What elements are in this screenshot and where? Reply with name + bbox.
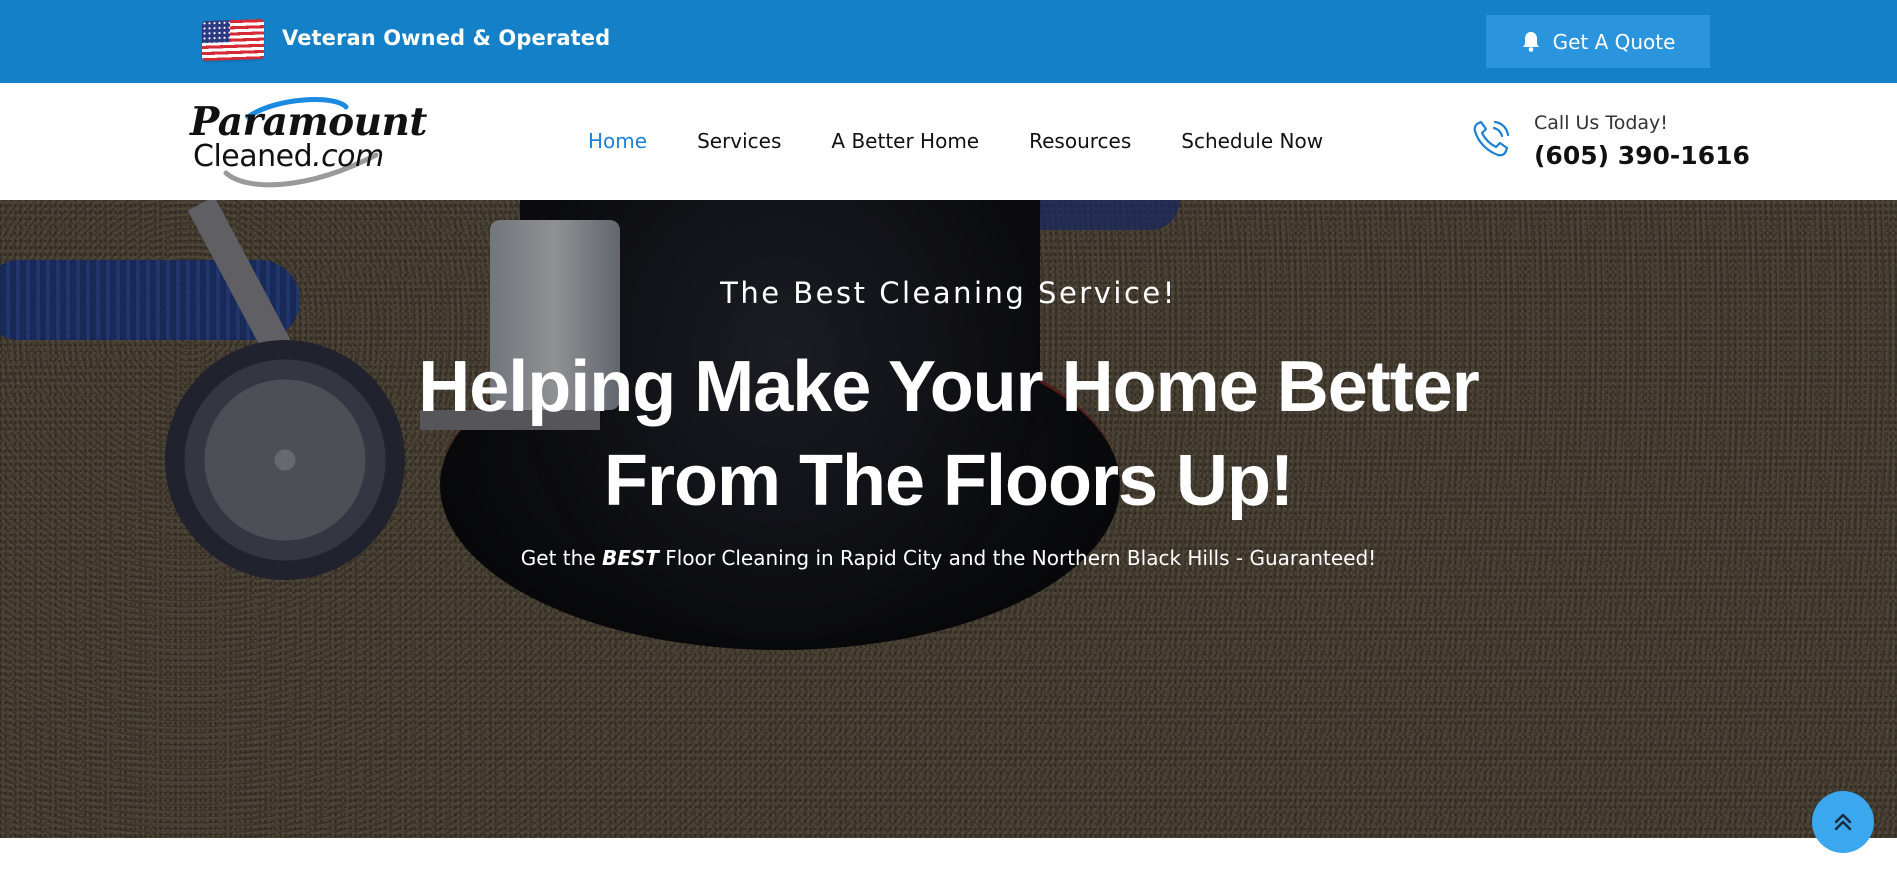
hero-headline-line2: From The Floors Up! xyxy=(604,441,1294,521)
hero-subline-post: Floor Cleaning in Rapid City and the Nor… xyxy=(658,546,1377,570)
us-flag-icon xyxy=(202,18,264,62)
phone-number-link[interactable]: (605) 390-1616 xyxy=(1534,141,1750,170)
hero-tagline: The Best Cleaning Service! xyxy=(720,276,1177,310)
hero-subline-pre: Get the xyxy=(520,546,602,570)
logo-line2: Cleaned.com xyxy=(193,139,384,174)
hero-section: The Best Cleaning Service! Helping Make … xyxy=(0,200,1897,838)
veteran-badge-text: Veteran Owned & Operated xyxy=(282,26,611,50)
hero-headline: Helping Make Your Home Better From The F… xyxy=(0,340,1897,528)
nav-item-resources[interactable]: Resources xyxy=(1029,129,1131,153)
get-a-quote-label: Get A Quote xyxy=(1552,29,1676,54)
nav-item-home[interactable]: Home xyxy=(588,129,647,153)
get-a-quote-button[interactable]: Get A Quote xyxy=(1486,15,1710,68)
main-header: Paramount Cleaned.com Home Services A Be… xyxy=(0,83,1897,200)
hero-subline: Get the BEST Floor Cleaning in Rapid Cit… xyxy=(0,546,1897,570)
call-us-label: Call Us Today! xyxy=(1534,112,1668,134)
phone-icon xyxy=(1473,120,1510,157)
nav-item-a-better-home[interactable]: A Better Home xyxy=(831,129,979,153)
main-nav: Home Services A Better Home Resources Sc… xyxy=(588,129,1373,153)
scroll-to-top-button[interactable] xyxy=(1812,791,1874,853)
hero-subline-emphasis: BEST xyxy=(601,546,659,570)
below-hero-area xyxy=(0,838,1897,876)
hero-headline-line1: Helping Make Your Home Better xyxy=(418,347,1480,427)
logo[interactable]: Paramount Cleaned.com xyxy=(186,95,427,190)
logo-line2-main: Cleaned xyxy=(193,139,313,174)
nav-item-services[interactable]: Services xyxy=(697,129,781,153)
bell-icon xyxy=(1522,31,1539,52)
top-bar: Veteran Owned & Operated Get A Quote xyxy=(0,0,1897,83)
logo-line2-suffix: .com xyxy=(312,139,384,174)
double-chevron-up-icon xyxy=(1834,813,1852,831)
nav-item-schedule-now[interactable]: Schedule Now xyxy=(1181,129,1323,153)
